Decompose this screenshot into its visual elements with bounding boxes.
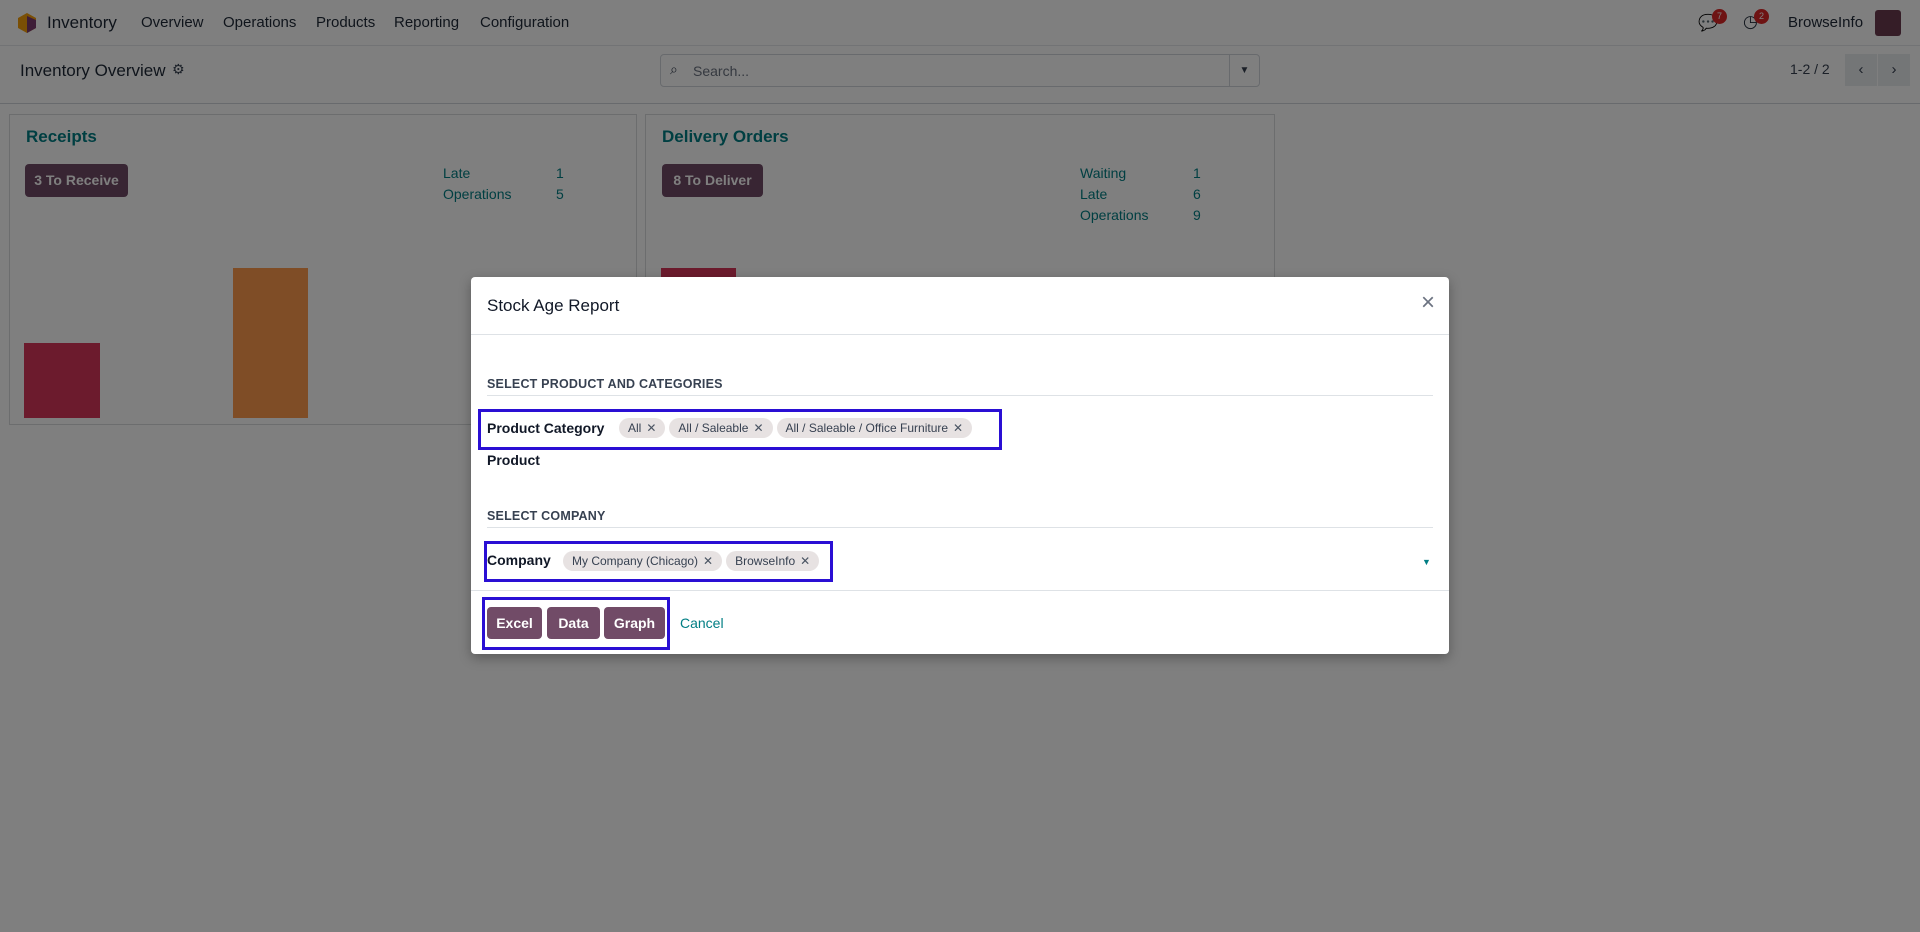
data-button[interactable]: Data xyxy=(547,607,600,639)
company-tag: My Company (Chicago) ✕ xyxy=(563,551,723,571)
excel-button[interactable]: Excel xyxy=(487,607,542,639)
product-category-input[interactable]: All ✕ All / Saleable ✕ All / Saleable / Offi… xyxy=(619,418,976,438)
company-tag: BrowseInfo ✕ xyxy=(726,551,820,571)
company-input[interactable]: My Company (Chicago) ✕ BrowseInfo ✕ xyxy=(563,551,823,571)
close-icon[interactable]: × xyxy=(1421,289,1435,317)
category-tag: All ✕ xyxy=(619,418,666,438)
company-dropdown-icon[interactable]: ▼ xyxy=(1422,557,1431,567)
company-label: Company xyxy=(487,552,551,568)
category-tag: All / Saleable / Office Furniture ✕ xyxy=(776,418,973,438)
graph-button[interactable]: Graph xyxy=(604,607,665,639)
section-header: SELECT PRODUCT AND CATEGORIES xyxy=(487,377,723,391)
dialog-title: Stock Age Report xyxy=(487,296,620,315)
cancel-button[interactable]: Cancel xyxy=(680,615,724,631)
remove-tag-icon[interactable]: ✕ xyxy=(953,421,963,435)
section-header: SELECT COMPANY xyxy=(487,509,606,523)
product-input[interactable] xyxy=(641,449,1431,471)
remove-tag-icon[interactable]: ✕ xyxy=(753,421,763,435)
remove-tag-icon[interactable]: ✕ xyxy=(646,421,656,435)
category-tag: All / Saleable ✕ xyxy=(669,418,773,438)
product-label: Product xyxy=(487,452,540,468)
product-category-label: Product Category xyxy=(487,420,605,436)
remove-tag-icon[interactable]: ✕ xyxy=(800,554,810,568)
remove-tag-icon[interactable]: ✕ xyxy=(703,554,713,568)
